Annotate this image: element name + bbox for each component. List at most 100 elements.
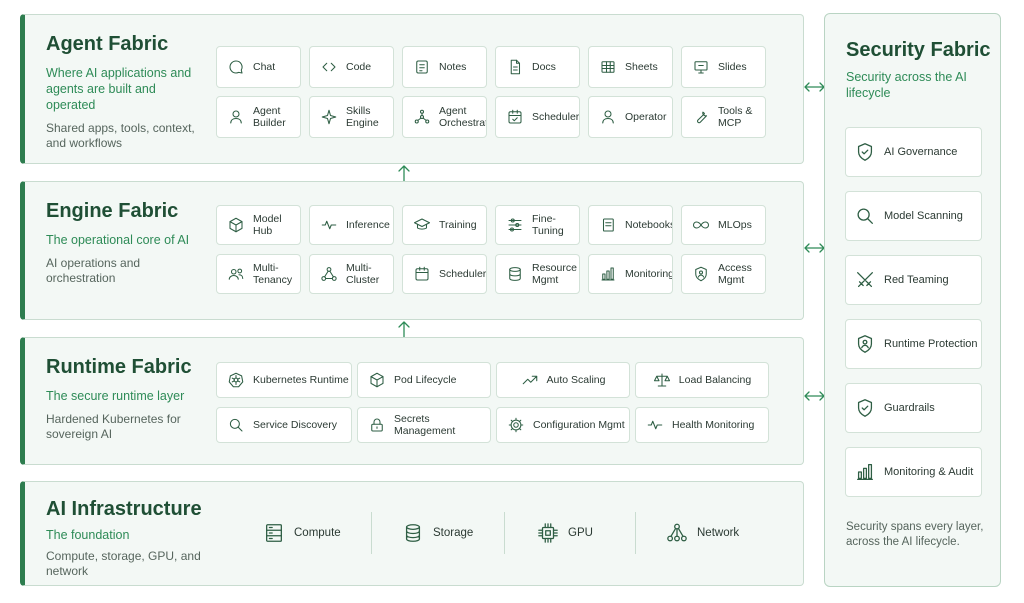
infra-divider: [371, 512, 372, 554]
tile-label: Resource Mgmt: [532, 262, 577, 286]
scale-icon: [653, 371, 671, 389]
tile-docs[interactable]: Docs: [495, 46, 580, 88]
arrow-runtime-to-engine: [397, 320, 411, 338]
tile-slides[interactable]: Slides: [681, 46, 766, 88]
tile-label: Skills Engine: [346, 105, 379, 129]
server-icon: [263, 522, 285, 544]
tile-label: Auto Scaling: [546, 374, 606, 386]
ai-infrastructure-subtitle: The foundation: [46, 528, 130, 542]
notes-icon: [413, 58, 431, 76]
tile-label: Sheets: [625, 61, 658, 73]
tile-label: Slides: [718, 61, 747, 73]
shield-user-icon: [854, 333, 876, 355]
tile-label: Secrets Management: [394, 413, 456, 437]
tile-label: Health Monitoring: [672, 419, 755, 431]
search-icon: [854, 205, 876, 227]
security-label: Model Scanning: [884, 210, 963, 222]
arrow-engine-security: [804, 242, 825, 254]
security-label: Runtime Protection: [884, 338, 978, 350]
infra-label: Storage: [433, 527, 474, 539]
security-red-teaming[interactable]: Red Teaming: [845, 255, 982, 305]
tile-label: Code: [346, 61, 372, 73]
tile-multi-tenancy[interactable]: Multi-Tenancy: [216, 254, 301, 294]
arrow-runtime-security: [804, 390, 825, 402]
infra-network[interactable]: Network: [666, 522, 739, 544]
security-label: Monitoring & Audit: [884, 466, 974, 478]
agent-fabric-subtitle: Where AI applications and agents are bui…: [46, 66, 192, 112]
tile-pod-lifecycle[interactable]: Pod Lifecycle: [357, 362, 491, 398]
tile-load-balancing[interactable]: Load Balancing: [635, 362, 769, 398]
security-model-scanning[interactable]: Model Scanning: [845, 191, 982, 241]
tile-sheets[interactable]: Sheets: [588, 46, 673, 88]
tile-label: Kubernetes Runtime: [253, 374, 349, 386]
tile-tools-mcp[interactable]: Tools & MCP: [681, 96, 766, 138]
security-ai-governance[interactable]: AI Governance: [845, 127, 982, 177]
tile-chat[interactable]: Chat: [216, 46, 301, 88]
ai-infrastructure-header: AI Infrastructure The foundation Compute…: [46, 498, 206, 579]
infra-gpu[interactable]: GPU: [537, 522, 593, 544]
infra-compute[interactable]: Compute: [263, 522, 341, 544]
tile-scheduler[interactable]: Scheduler: [495, 96, 580, 138]
tile-skills-engine[interactable]: Skills Engine: [309, 96, 394, 138]
tile-label: Configuration Mgmt: [533, 419, 625, 431]
tile-label: Multi-Cluster: [346, 262, 380, 286]
crossed-swords-icon: [854, 269, 876, 291]
ai-infrastructure-title: AI Infrastructure: [46, 498, 202, 520]
tile-operator[interactable]: Operator: [588, 96, 673, 138]
agent-fabric-header: Agent Fabric Where AI applications and a…: [46, 33, 206, 151]
security-guardrails[interactable]: Guardrails: [845, 383, 982, 433]
cube-icon: [227, 216, 245, 234]
security-monitoring-audit[interactable]: Monitoring & Audit: [845, 447, 982, 497]
security-fabric-subtitle: Security across the AI lifecycle: [846, 70, 967, 100]
tile-label: Tools & MCP: [718, 105, 753, 129]
ai-infrastructure-description: Compute, storage, GPU, and network: [46, 549, 201, 578]
tile-model-hub[interactable]: Model Hub: [216, 205, 301, 245]
tile-label: Multi-Tenancy: [253, 262, 293, 286]
tile-fine-tuning[interactable]: Fine-Tuning: [495, 205, 580, 245]
security-fabric-panel: Security Fabric Security across the AI l…: [824, 13, 1001, 587]
infra-storage[interactable]: Storage: [402, 522, 473, 544]
tile-mlops[interactable]: MLOps: [681, 205, 766, 245]
tile-resource-mgmt[interactable]: Resource Mgmt: [495, 254, 580, 294]
tile-label: Agent Orchestrator: [439, 105, 486, 129]
tile-access-mgmt[interactable]: Access Mgmt: [681, 254, 766, 294]
infra-label: Network: [697, 527, 740, 539]
chat-icon: [227, 58, 245, 76]
tile-agent-builder[interactable]: Agent Builder: [216, 96, 301, 138]
calendar-icon: [506, 108, 524, 126]
tile-kubernetes-runtime[interactable]: Kubernetes Runtime: [216, 362, 352, 398]
engine-fabric-title: Engine Fabric: [46, 200, 179, 222]
tile-engine-scheduler[interactable]: Scheduler: [402, 254, 487, 294]
security-label: AI Governance: [884, 146, 958, 158]
engine-fabric-description: AI operations and orchestration: [46, 256, 141, 285]
tile-label: Inference: [346, 219, 390, 231]
tile-configuration-mgmt[interactable]: Configuration Mgmt: [496, 407, 630, 443]
tile-label: Chat: [253, 61, 276, 73]
tile-code[interactable]: Code: [309, 46, 394, 88]
tile-notes[interactable]: Notes: [402, 46, 487, 88]
security-runtime-protection[interactable]: Runtime Protection: [845, 319, 982, 369]
engine-fabric-subtitle: The operational core of AI: [46, 233, 190, 247]
tile-agent-orchestrator[interactable]: Agent Orchestrator: [402, 96, 487, 138]
tile-training[interactable]: Training: [402, 205, 487, 245]
tile-secrets-management[interactable]: Secrets Management: [357, 407, 491, 443]
tile-label: Docs: [532, 61, 556, 73]
network-icon: [413, 108, 431, 126]
tile-notebooks[interactable]: Notebooks: [588, 205, 673, 245]
tile-label: Fine-Tuning: [532, 213, 564, 237]
security-fabric-title: Security Fabric: [846, 39, 991, 61]
sheets-icon: [599, 58, 617, 76]
bar-chart-icon: [599, 265, 617, 283]
tile-inference[interactable]: Inference: [309, 205, 394, 245]
tile-label: Scheduler: [439, 268, 487, 280]
tile-auto-scaling[interactable]: Auto Scaling: [496, 362, 630, 398]
tile-health-monitoring[interactable]: Health Monitoring: [635, 407, 769, 443]
security-label: Guardrails: [884, 402, 935, 414]
user-icon: [599, 108, 617, 126]
agent-fabric-title: Agent Fabric: [46, 33, 169, 55]
kubernetes-icon: [227, 371, 245, 389]
docs-icon: [506, 58, 524, 76]
tile-service-discovery[interactable]: Service Discovery: [216, 407, 352, 443]
tile-multi-cluster[interactable]: Multi-Cluster: [309, 254, 394, 294]
tile-monitoring[interactable]: Monitoring: [588, 254, 673, 294]
